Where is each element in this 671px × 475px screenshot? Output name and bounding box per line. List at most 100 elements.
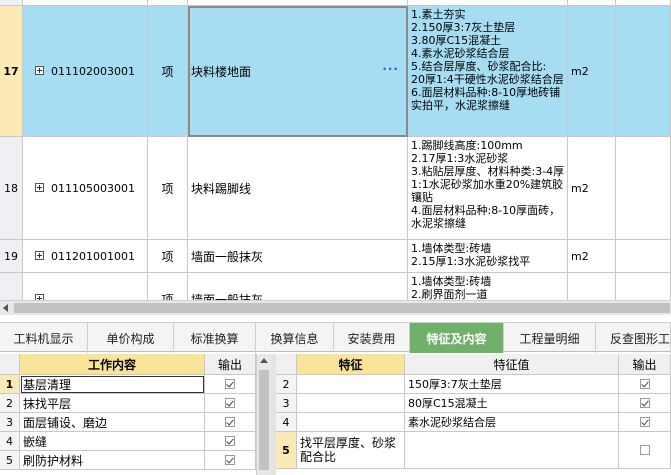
output-checkbox-cell[interactable] [205, 375, 256, 394]
item-code-cell[interactable] [23, 273, 148, 300]
table-row[interactable]: 18 011105003001 项 块料踢脚线 1.踢脚线高度:100mm 2.… [0, 137, 671, 240]
expand-icon[interactable] [35, 251, 44, 260]
table-row[interactable]: 1 基层清理 [0, 375, 256, 394]
table-row[interactable]: 2 抹找平层 [0, 394, 256, 413]
output-checkbox-cell[interactable] [205, 432, 256, 451]
table-header: 工作内容 输出 [0, 354, 256, 375]
item-description[interactable]: 1.素土夯实 2.150厚3:7灰土垫层 3.80厚C15混凝土 4.素水泥砂浆… [408, 6, 568, 137]
table-row[interactable]: 2 150厚3:7灰土垫层 [276, 375, 671, 394]
work-content-cell[interactable]: 刷防护材料 [20, 451, 205, 470]
column-header-output: 输出 [205, 354, 256, 375]
row-number: 19 [0, 240, 23, 273]
checkbox[interactable] [225, 436, 235, 446]
table-row[interactable]: 4 素水泥砂浆结合层 [276, 413, 671, 432]
output-checkbox-cell[interactable] [205, 451, 256, 470]
work-content-table: 工作内容 输出 1 基层清理 2 抹找平层 3 面层铺设、磨边 4 嵌缝 5 刷… [0, 354, 271, 475]
description-line: 4.面层材料品种:8-10厚面砖，水泥浆擦缝 [411, 204, 561, 230]
column-header-feature: 特征 [297, 354, 405, 375]
row-number: 5 [276, 432, 297, 469]
work-content-cell[interactable]: 基层清理 [20, 375, 205, 394]
scrollbar-thumb[interactable] [14, 303, 670, 313]
description-line: 2.刷界面剂一道 [411, 288, 488, 300]
work-content-cell[interactable]: 嵌缝 [20, 432, 205, 451]
feature-cell[interactable] [297, 413, 405, 432]
feature-cell[interactable] [297, 394, 405, 413]
table-row[interactable]: 4 嵌缝 [0, 432, 256, 451]
tab-standard-conversion[interactable]: 标准换算 [174, 323, 256, 353]
item-code: 011105003001 [51, 181, 135, 195]
output-checkbox-cell[interactable] [205, 413, 256, 432]
output-checkbox-cell[interactable] [619, 432, 671, 469]
more-button[interactable]: ··· [382, 62, 399, 76]
item-description[interactable]: 1.踢脚线高度:100mm 2.17厚1:3水泥砂浆 3.粘贴层厚度、材料种类:… [408, 137, 568, 240]
output-checkbox-cell[interactable] [205, 394, 256, 413]
description-line: 1.踢脚线高度:100mm [411, 139, 523, 152]
item-type: 项 [148, 6, 188, 137]
item-name-cell[interactable]: 块料楼地面 ··· [188, 6, 408, 137]
detail-tab-bar: 工料机显示 单价构成 标准换算 换算信息 安装费用 特征及内容 工程量明细 反查… [0, 322, 671, 353]
tab-installation-fee[interactable]: 安装费用 [334, 323, 410, 353]
tab-quantity-details[interactable]: 工程量明细 [504, 323, 596, 353]
description-line: 1.素土夯实 [411, 8, 466, 21]
item-code-cell[interactable]: 011105003001 [23, 137, 148, 240]
item-code-cell[interactable]: 011201001001 [23, 240, 148, 273]
row-number: 18 [0, 137, 23, 240]
feature-cell[interactable]: 找平层厚度、砂浆配合比 [297, 432, 405, 469]
tab-features-content[interactable]: 特征及内容 [410, 323, 504, 353]
checkbox[interactable] [639, 379, 650, 389]
feature-value-cell[interactable]: 150厚3:7灰土垫层 [405, 375, 619, 394]
scroll-left-icon[interactable] [3, 304, 8, 312]
expand-icon[interactable] [35, 183, 44, 192]
item-description[interactable]: 1.墙体类型:砖墙 2.15厚1:3水泥砂浆找平 [408, 240, 568, 273]
item-type: 项 [148, 137, 188, 240]
checkbox[interactable] [225, 455, 235, 465]
item-name[interactable]: 墙面一般抹灰 [188, 273, 408, 300]
table-row[interactable]: 5 刷防护材料 [0, 451, 256, 470]
tab-labor-material[interactable]: 工料机显示 [0, 323, 88, 353]
work-content-cell[interactable]: 面层铺设、磨边 [20, 413, 205, 432]
table-row[interactable]: 3 80厚C15混凝土 [276, 394, 671, 413]
item-code-cell[interactable]: 011102003001 [23, 6, 148, 137]
feature-value-cell[interactable]: 80厚C15混凝土 [405, 394, 619, 413]
row-number [0, 273, 23, 300]
table-header: 特征 特征值 输出 [276, 354, 671, 375]
horizontal-scrollbar[interactable] [0, 300, 671, 315]
table-row[interactable]: 3 面层铺设、磨边 [0, 413, 256, 432]
table-row[interactable]: 5 找平层厚度、砂浆配合比 [276, 432, 671, 469]
row-number: 3 [276, 394, 297, 413]
tab-conversion-info[interactable]: 换算信息 [256, 323, 334, 353]
checkbox[interactable] [225, 417, 235, 427]
vertical-scrollbar[interactable] [256, 354, 271, 475]
bill-items-grid: 17 011102003001 项 块料楼地面 ··· 1.素土夯实 2.150… [0, 0, 671, 300]
expand-icon[interactable] [35, 66, 44, 75]
row-number: 4 [276, 413, 297, 432]
scroll-up-icon[interactable] [260, 358, 268, 363]
output-checkbox-cell[interactable] [619, 394, 671, 413]
item-description[interactable]: 1.墙体类型:砖墙 2.刷界面剂一道 [408, 273, 568, 300]
checkbox[interactable] [225, 379, 235, 389]
description-line: 2.15厚1:3水泥砂浆找平 [411, 255, 531, 268]
scrollbar-thumb[interactable] [259, 370, 269, 470]
feature-value-cell[interactable]: 素水泥砂浆结合层 [405, 413, 619, 432]
item-unit: m2 [568, 240, 616, 273]
work-content-cell[interactable]: 抹找平层 [20, 394, 205, 413]
checkbox[interactable] [639, 398, 650, 408]
feature-cell[interactable] [297, 375, 405, 394]
checkbox[interactable] [225, 398, 235, 408]
column-header-value: 特征值 [405, 354, 619, 375]
checkbox[interactable] [639, 445, 650, 455]
output-checkbox-cell[interactable] [619, 375, 671, 394]
description-line: 3.粘贴层厚度、材料种类:3-4厚1:1水泥砂浆加水重20%建筑胶镶贴 [411, 165, 565, 204]
output-checkbox-cell[interactable] [619, 413, 671, 432]
feature-value-cell[interactable] [405, 432, 619, 469]
checkbox[interactable] [639, 417, 650, 427]
item-name[interactable]: 墙面一般抹灰 [188, 240, 408, 273]
tab-reverse-lookup[interactable]: 反查图形工 [596, 323, 671, 353]
description-line: 3.80厚C15混凝土 [411, 34, 502, 47]
item-code: 011102003001 [51, 64, 135, 78]
tab-unit-price[interactable]: 单价构成 [88, 323, 174, 353]
table-row[interactable]: 19 011201001001 项 墙面一般抹灰 1.墙体类型:砖墙 2.15厚… [0, 240, 671, 273]
table-row[interactable]: 项 墙面一般抹灰 1.墙体类型:砖墙 2.刷界面剂一道 [0, 273, 671, 300]
table-row[interactable]: 17 011102003001 项 块料楼地面 ··· 1.素土夯实 2.150… [0, 6, 671, 137]
item-name[interactable]: 块料踢脚线 [188, 137, 408, 240]
